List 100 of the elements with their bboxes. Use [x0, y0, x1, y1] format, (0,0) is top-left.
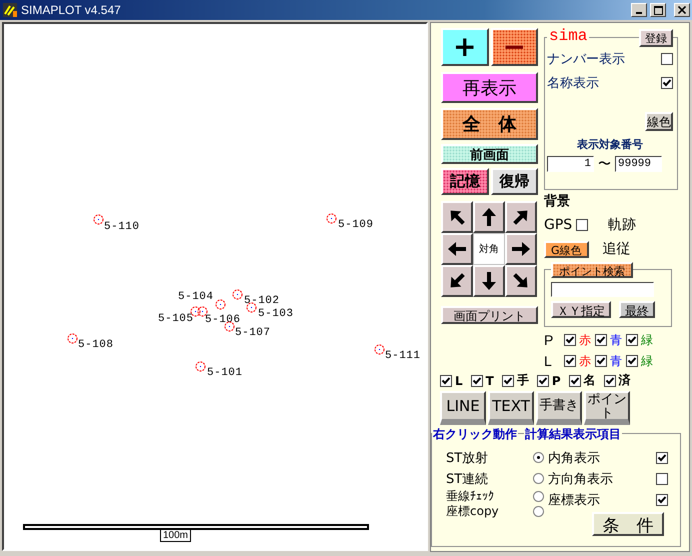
close-icon — [678, 6, 686, 14]
survey-point-marker — [224, 321, 235, 332]
survey-point-marker — [374, 344, 385, 355]
redraw-button[interactable]: 再表示 — [441, 72, 538, 103]
point-label: 5-105 — [158, 313, 194, 325]
checkbox[interactable] — [502, 374, 514, 386]
layer-label: L — [455, 374, 463, 388]
checkbox[interactable] — [564, 355, 576, 367]
arrow-left-icon — [447, 239, 467, 259]
print-screen-button[interactable]: 画面プリント — [441, 306, 538, 324]
filter-label: P — [544, 332, 554, 348]
pan-left-button[interactable] — [441, 233, 473, 265]
plot-canvas[interactable]: 5-110 5-109 5-104 5-102 5-105 5-106 5-103 5-107 5-108 5-111 5-101 100m — [2, 22, 428, 551]
follow-label: 追従 — [602, 240, 631, 258]
pan-up-button[interactable] — [473, 201, 505, 233]
checkbox[interactable] — [656, 452, 668, 464]
radio-button[interactable] — [533, 506, 544, 517]
checkbox[interactable] — [626, 334, 638, 346]
previous-view-button[interactable]: 前画面 — [441, 144, 538, 164]
diagonal-button[interactable]: 対角 — [473, 233, 505, 265]
restore-view-button[interactable]: 復帰 — [490, 168, 538, 195]
zoom-in-button[interactable]: + — [441, 28, 488, 66]
line-color-button[interactable]: 線色 — [645, 112, 673, 131]
mode-button[interactable]: ポイント — [584, 391, 630, 425]
checkbox[interactable] — [595, 355, 607, 367]
arrow-right-icon — [511, 239, 531, 259]
survey-point-marker — [232, 289, 243, 300]
radio-button[interactable] — [533, 491, 544, 502]
mode-button[interactable]: 手書き — [536, 391, 582, 425]
point-label: 5-107 — [235, 327, 271, 339]
checkbox[interactable] — [661, 53, 673, 65]
store-view-button[interactable]: 記憶 — [441, 168, 488, 195]
radio-button[interactable] — [533, 473, 544, 484]
point-label: 5-108 — [78, 339, 114, 351]
checkbox[interactable] — [656, 494, 668, 506]
survey-point-marker — [67, 333, 78, 344]
maximize-button[interactable] — [650, 3, 666, 17]
point-label: 5-101 — [207, 367, 243, 379]
pan-down-left-button[interactable] — [441, 265, 473, 297]
pan-up-right-button[interactable] — [505, 201, 537, 233]
checkbox[interactable] — [656, 472, 668, 484]
option-label: 座標copy — [446, 503, 499, 520]
point-label: 5-103 — [258, 308, 294, 320]
survey-point-marker — [246, 302, 257, 313]
checkbox[interactable] — [661, 77, 673, 89]
mode-button[interactable]: TEXT — [488, 391, 534, 425]
point-label: 5-110 — [104, 221, 140, 233]
gps-line-color-button[interactable]: G線色 — [544, 240, 589, 258]
color-label: 赤 — [579, 352, 591, 370]
close-button[interactable] — [674, 3, 690, 17]
survey-point-marker — [215, 299, 226, 310]
color-label: 青 — [610, 332, 622, 348]
checkbox[interactable] — [604, 374, 616, 386]
checkbox[interactable] — [626, 355, 638, 367]
pan-up-left-button[interactable] — [441, 201, 473, 233]
checkbox[interactable] — [564, 334, 576, 346]
zoom-out-button[interactable]: − — [490, 28, 538, 66]
arrow-up-icon — [479, 207, 499, 227]
pan-down-right-button[interactable] — [505, 265, 537, 297]
pan-right-button[interactable] — [505, 233, 537, 265]
point-label: 5-104 — [178, 291, 214, 303]
group-legend: 計算結果表示項目 — [524, 426, 622, 443]
option-label: 内角表示 — [548, 450, 600, 466]
filter-label: L — [544, 353, 553, 369]
mode-button[interactable]: LINE — [440, 391, 486, 425]
radio-button[interactable] — [533, 452, 544, 463]
register-button[interactable]: 登録 — [639, 29, 673, 47]
track-label: 軌跡 — [608, 216, 636, 234]
fit-all-button[interactable]: 全 体 — [441, 108, 538, 140]
gps-checkbox[interactable] — [576, 219, 588, 231]
layer-label: 名 — [584, 372, 596, 389]
checkbox[interactable] — [536, 374, 549, 386]
option-label: 垂線ﾁｪｯｸ — [446, 488, 494, 505]
pan-down-button[interactable] — [473, 265, 505, 297]
minimize-button[interactable] — [631, 3, 647, 17]
scale-label: 100m — [160, 529, 192, 542]
checkbox[interactable] — [440, 374, 452, 386]
checkbox[interactable] — [470, 374, 483, 386]
range-to-field[interactable]: 99999 — [615, 156, 662, 172]
maximize-icon — [654, 6, 662, 14]
layer-label: T — [486, 374, 494, 388]
option-label: 座標表示 — [548, 492, 600, 508]
condition-button[interactable]: 条 件 — [592, 512, 664, 536]
layer-label: 手 — [516, 372, 529, 389]
range-label: 表示対象番号 — [576, 137, 644, 152]
arrow-down-icon — [479, 271, 499, 291]
layer-label: P — [552, 374, 561, 388]
checkbox[interactable] — [568, 374, 581, 386]
xy-specify-button[interactable]: ＸＹ指定 — [551, 301, 611, 318]
point-search-button[interactable]: ポイント検索 — [551, 262, 633, 278]
gps-label: GPS — [544, 217, 572, 233]
range-from-field[interactable]: 1 — [547, 156, 594, 172]
point-search-field[interactable] — [551, 282, 654, 297]
last-button[interactable]: 最終 — [619, 301, 655, 318]
color-label: 青 — [610, 352, 622, 370]
option-label: ST連続 — [446, 470, 488, 488]
range-separator: 〜 — [598, 156, 611, 173]
group-legend: 右クリック動作 — [432, 426, 518, 443]
checkbox[interactable] — [595, 334, 607, 346]
color-label: 緑 — [641, 352, 653, 370]
